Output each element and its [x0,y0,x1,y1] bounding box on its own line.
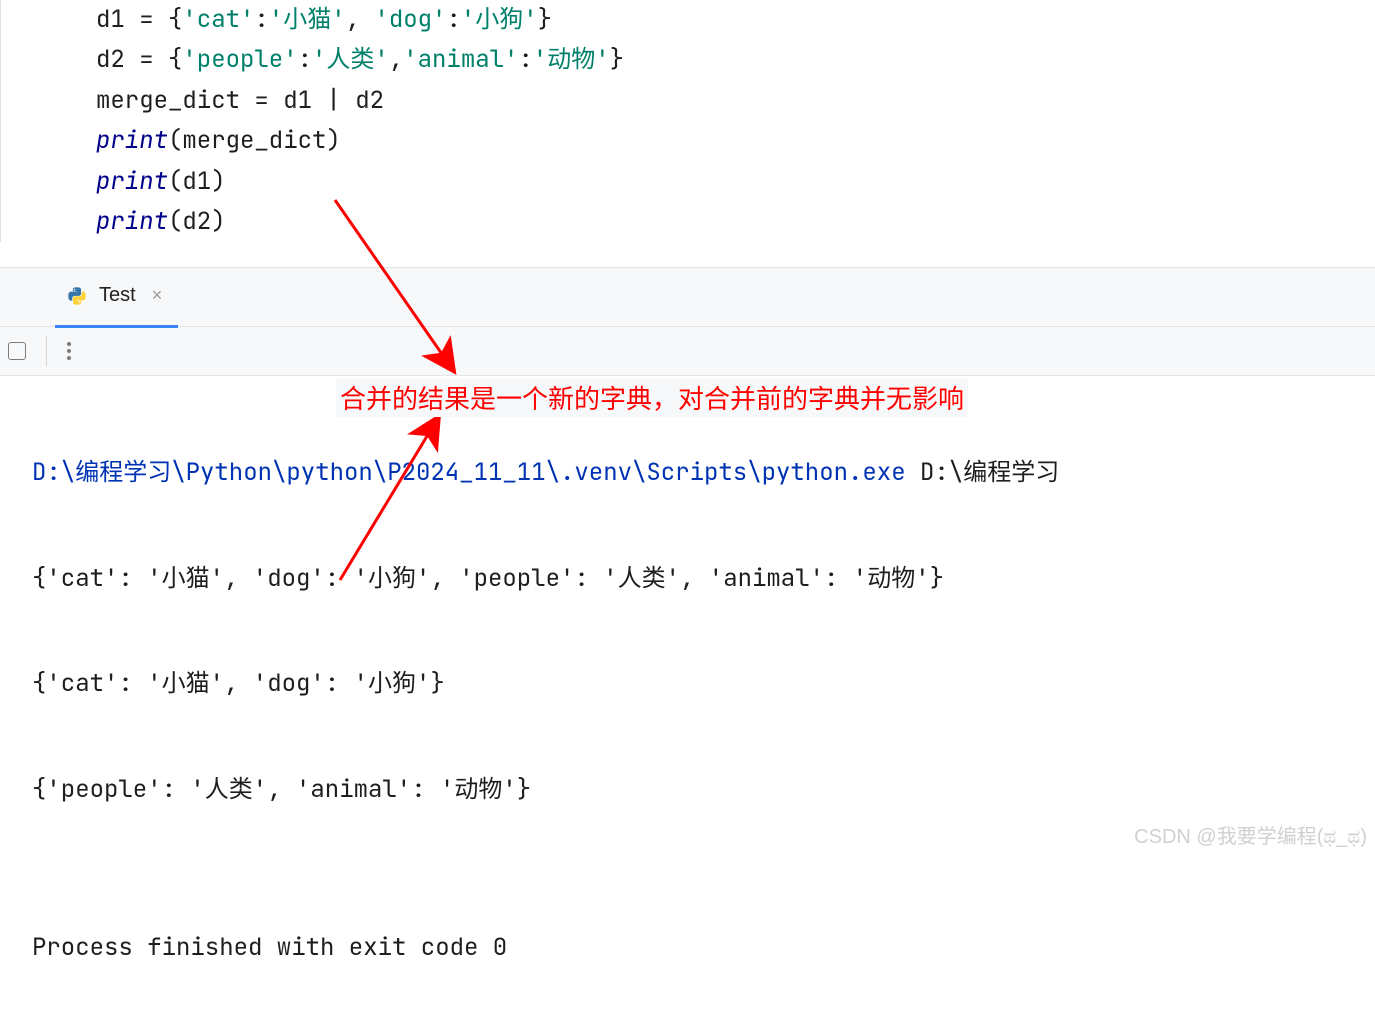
console-line-out3: {'people': '人类', 'animal': '动物'} [32,764,1375,817]
close-icon[interactable]: × [148,283,167,308]
run-toolbar [0,327,1375,376]
code-line-2: d2 = {'people':'人类','animal':'动物'} [96,40,1375,80]
console-line-out2: {'cat': '小猫', 'dog': '小狗'} [32,658,1375,711]
more-icon[interactable] [67,342,71,360]
code-line-4: print(merge_dict) [96,121,1375,161]
code-line-3: merge_dict = d1 | d2 [96,81,1375,121]
annotation-text: 合并的结果是一个新的字典，对合并前的字典并无影响 [336,378,968,417]
run-tool-window-tabs: Test × [0,267,1375,327]
python-icon [67,286,87,306]
separator [46,336,47,366]
stop-button-icon[interactable] [8,342,26,360]
console-line-out1: {'cat': '小猫', 'dog': '小狗', 'people': '人类… [32,553,1375,606]
tab-label: Test [99,284,136,307]
console-line-command: D:\编程学习\Python\python\P2024_11_11\.venv\… [32,447,1375,500]
console-output[interactable]: D:\编程学习\Python\python\P2024_11_11\.venv\… [0,376,1375,1028]
code-line-6: print(d2) [96,202,1375,242]
code-editor[interactable]: d1 = {'cat':'小猫', 'dog':'小狗'} d2 = {'peo… [0,0,1375,242]
console-line-exit: Process finished with exit code 0 [32,922,1375,975]
tab-test[interactable]: Test × [55,267,178,328]
code-line-1: d1 = {'cat':'小猫', 'dog':'小狗'} [96,0,1375,40]
code-line-5: print(d1) [96,162,1375,202]
watermark: CSDN @我要学编程(ಥ_ಥ) [1134,820,1367,849]
